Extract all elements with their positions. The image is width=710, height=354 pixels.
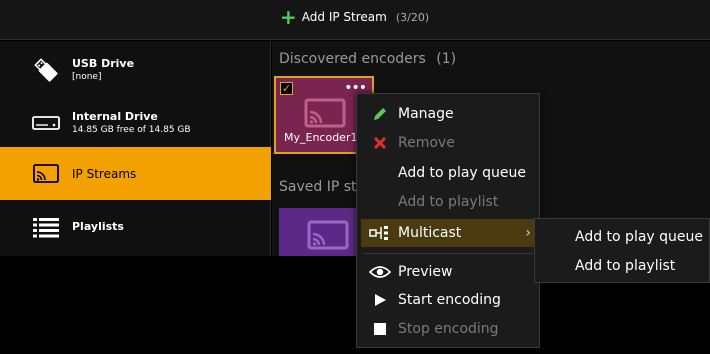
- sidebar-item-playlists[interactable]: Playlists: [0, 200, 271, 253]
- pencil-icon: [369, 104, 391, 124]
- menu-item-multicast[interactable]: Multicast ›: [361, 219, 535, 247]
- sidebar-item-title: IP Streams: [72, 166, 137, 181]
- submenu-item-add-to-play-queue[interactable]: Add to play queue: [575, 229, 703, 245]
- menu-item-start-encoding[interactable]: Start encoding: [357, 286, 539, 314]
- submenu-item-add-to-playlist[interactable]: Add to playlist: [575, 258, 675, 274]
- sidebar-item-internal-drive[interactable]: Internal Drive 14.85 GB free of 14.85 GB: [0, 96, 271, 149]
- sidebar-item-ip-streams[interactable]: IP Streams: [0, 147, 271, 200]
- cast-icon: [30, 158, 62, 190]
- menu-item-manage[interactable]: Manage: [357, 100, 539, 128]
- stream-count: (3/20): [395, 10, 430, 24]
- eye-icon: [369, 262, 391, 282]
- usb-drive-icon: [30, 54, 62, 86]
- chevron-right-icon: ›: [525, 225, 531, 241]
- play-icon: [369, 290, 391, 310]
- add-ip-stream-label: Add IP Stream: [301, 10, 387, 24]
- saved-streams-heading: Saved IP str: [279, 179, 363, 195]
- list-icon: [30, 211, 62, 243]
- sidebar-item-subtitle: [none]: [72, 71, 102, 82]
- menu-item-add-to-playlist[interactable]: Add to playlist: [357, 188, 539, 216]
- discovered-count: (1): [436, 51, 457, 67]
- multicast-submenu: Add to play queue Add to playlist: [534, 218, 710, 283]
- hard-drive-icon: [30, 107, 62, 139]
- context-menu: Manage Remove Add to play queue Add to p…: [356, 93, 540, 348]
- menu-item-preview[interactable]: Preview: [357, 258, 539, 286]
- discovered-title: Discovered encoders: [279, 51, 426, 67]
- menu-item-label: Multicast: [398, 225, 462, 241]
- top-bar: + Add IP Stream (3/20): [0, 0, 710, 40]
- menu-item-label: Manage: [398, 106, 454, 122]
- add-ip-stream-button[interactable]: + Add IP Stream (3/20): [280, 6, 429, 28]
- discovered-encoders-heading: Discovered encoders (1): [279, 51, 456, 67]
- menu-divider: [363, 253, 533, 254]
- menu-item-label: Remove: [398, 135, 455, 151]
- sidebar-item-title: Playlists: [72, 219, 124, 233]
- plus-icon: +: [280, 5, 297, 29]
- menu-item-label: Add to playlist: [398, 194, 499, 210]
- menu-item-label: Start encoding: [398, 292, 501, 308]
- menu-item-stop-encoding[interactable]: Stop encoding: [357, 315, 539, 343]
- menu-item-label: Preview: [398, 264, 453, 280]
- saved-stream-tile[interactable]: [279, 208, 364, 256]
- menu-item-label: Add to play queue: [398, 165, 527, 181]
- multicast-icon: [369, 223, 391, 243]
- checkbox[interactable]: ✓: [280, 82, 293, 95]
- sidebar: USB Drive [none] Internal Drive 14.85 GB…: [0, 41, 271, 256]
- x-icon: [369, 133, 391, 153]
- encoder-name: My_Encoder10: [284, 131, 365, 144]
- sidebar-item-usb-drive[interactable]: USB Drive [none]: [0, 43, 271, 96]
- menu-item-add-to-play-queue[interactable]: Add to play queue: [357, 159, 539, 187]
- cast-icon: [304, 98, 346, 132]
- sidebar-item-subtitle: 14.85 GB free of 14.85 GB: [72, 124, 191, 135]
- cast-icon: [307, 220, 349, 254]
- sidebar-item-title: Internal Drive: [72, 109, 158, 123]
- menu-item-remove[interactable]: Remove: [357, 129, 539, 157]
- menu-item-label: Stop encoding: [398, 321, 499, 337]
- stop-icon: [369, 319, 391, 339]
- sidebar-item-title: USB Drive: [72, 56, 135, 70]
